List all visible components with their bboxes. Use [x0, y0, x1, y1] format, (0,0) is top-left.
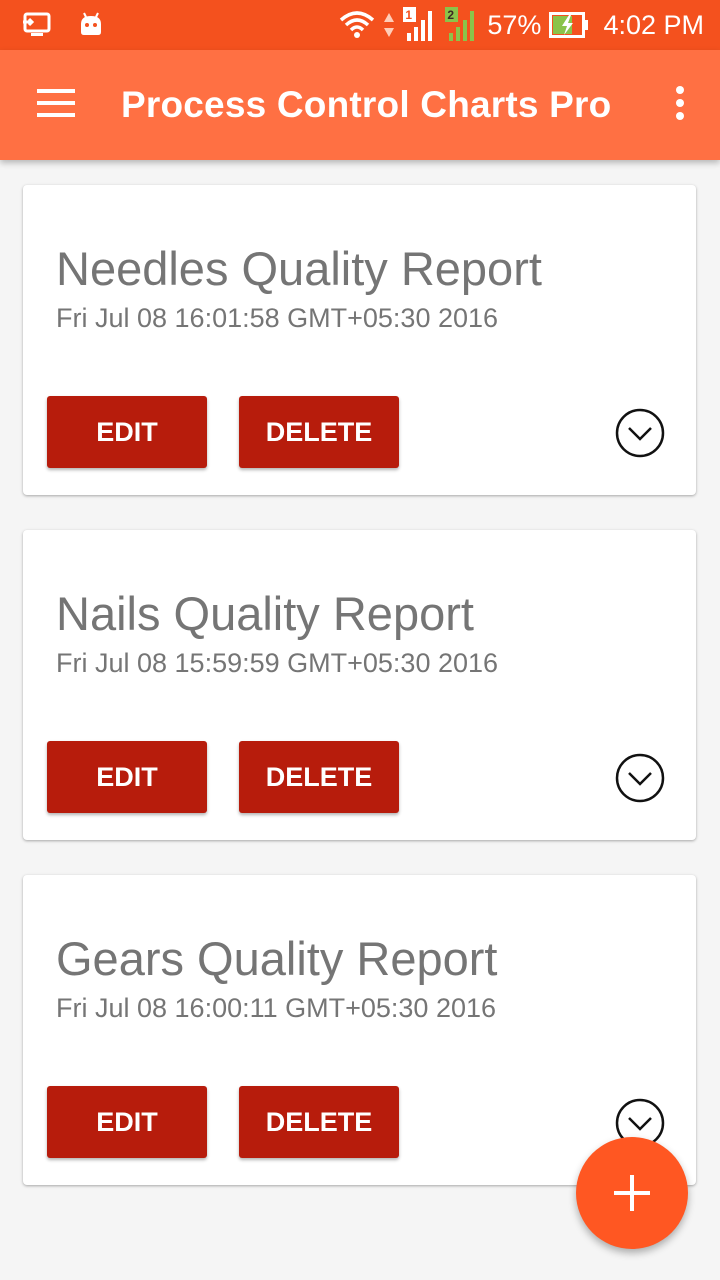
- edit-button[interactable]: EDIT: [47, 396, 207, 468]
- clock: 4:02 PM: [603, 9, 704, 40]
- data-arrows-icon: [383, 11, 395, 39]
- battery-percent: 57%: [487, 9, 542, 40]
- expand-button[interactable]: [615, 408, 665, 458]
- report-card: Nails Quality Report Fri Jul 08 15:59:59…: [23, 530, 696, 840]
- report-title: Nails Quality Report: [56, 587, 474, 640]
- edit-button[interactable]: EDIT: [47, 741, 207, 813]
- add-report-fab[interactable]: [576, 1137, 688, 1249]
- signal-sim1-icon: 1: [403, 7, 437, 43]
- report-card: Gears Quality Report Fri Jul 08 16:00:11…: [23, 875, 696, 1185]
- sim1-label: 1: [405, 8, 413, 22]
- status-bar: 1 2 57% 4:02 PM: [0, 0, 720, 50]
- report-date: Fri Jul 08 16:00:11 GMT+05:30 2016: [56, 993, 497, 1023]
- app-title: Process Control Charts Pro: [121, 84, 612, 125]
- expand-button[interactable]: [615, 753, 665, 803]
- delete-button[interactable]: DELETE: [239, 396, 399, 468]
- more-vert-icon: [675, 85, 685, 125]
- signal-sim2-icon: 2: [445, 7, 479, 43]
- wifi-icon: [339, 10, 375, 40]
- android-icon: [78, 12, 104, 38]
- overflow-menu-button[interactable]: [640, 50, 720, 160]
- delete-button[interactable]: DELETE: [239, 741, 399, 813]
- report-title: Needles Quality Report: [56, 242, 542, 295]
- hamburger-menu-icon: [37, 88, 75, 122]
- battery-charging-icon: [549, 12, 589, 38]
- report-card: Needles Quality Report Fri Jul 08 16:01:…: [23, 185, 696, 495]
- report-date: Fri Jul 08 16:01:58 GMT+05:30 2016: [56, 303, 499, 333]
- chevron-down-icon: [615, 753, 665, 803]
- delete-button[interactable]: DELETE: [239, 1086, 399, 1158]
- report-title: Gears Quality Report: [56, 932, 498, 985]
- report-date: Fri Jul 08 15:59:59 GMT+05:30 2016: [56, 648, 499, 678]
- cast-icon: [22, 12, 52, 38]
- chevron-down-icon: [615, 408, 665, 458]
- hamburger-menu-button[interactable]: [0, 50, 112, 160]
- app-bar: Process Control Charts Pro: [0, 50, 720, 160]
- edit-button[interactable]: EDIT: [47, 1086, 207, 1158]
- sim2-label: 2: [447, 8, 455, 22]
- plus-icon: [614, 1175, 650, 1211]
